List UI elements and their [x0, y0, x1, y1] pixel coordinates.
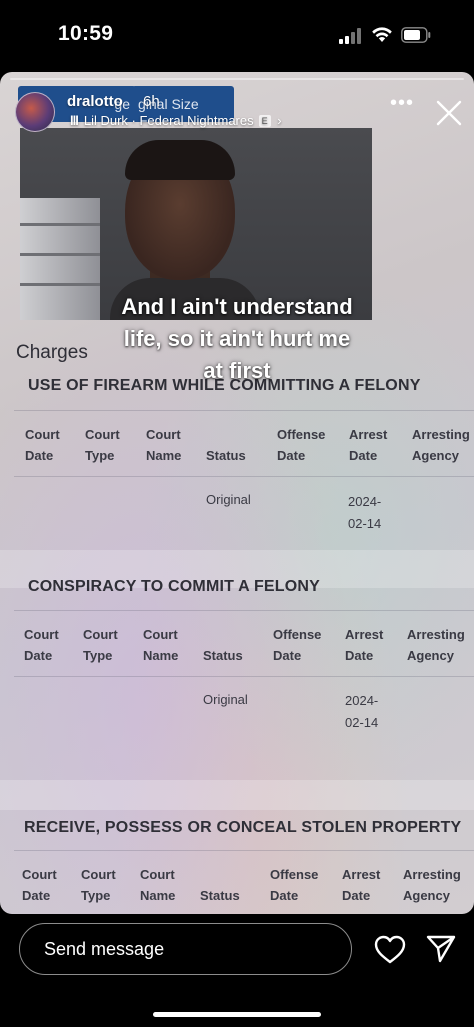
col-header-court-type: Court: [81, 867, 116, 882]
avatar[interactable]: [15, 92, 55, 132]
col-header-status: Status: [200, 888, 240, 903]
col-header-court-name: Name: [140, 888, 176, 903]
col-header-offense-date: Offense: [273, 627, 322, 642]
col-header-court-type: Type: [85, 448, 115, 463]
col-header-court-name: Court: [143, 627, 178, 642]
charge-title-2: CONSPIRACY TO COMMIT A FELONY: [28, 578, 321, 595]
col-header-status: Status: [206, 448, 246, 463]
col-header-court-date: Date: [22, 888, 51, 903]
col-header-court-date: Court: [25, 427, 60, 442]
arrest-date-2a: 2024-: [345, 693, 379, 708]
col-header-court-type: Type: [81, 888, 111, 903]
chevron-right-icon: ›: [277, 113, 282, 128]
col-header-arresting-agency: Arresting: [407, 627, 465, 642]
col-header-arresting-agency: Arresting: [412, 427, 470, 442]
music-track-text: Lil Durk · Federal Nightmares: [83, 113, 254, 128]
col-header-offense-date: Date: [277, 448, 306, 463]
arrest-date-2b: 02-14: [345, 715, 379, 730]
wifi-icon: [372, 27, 392, 42]
col-header-court-name: Court: [146, 427, 181, 442]
close-icon[interactable]: [436, 100, 462, 126]
heart-icon[interactable]: [374, 935, 406, 965]
col-header-court-type: Type: [83, 648, 113, 663]
story-time-ago: 6h: [143, 93, 160, 110]
col-header-arrest-date: Date: [345, 648, 374, 663]
col-header-offense-date: Date: [270, 888, 299, 903]
explicit-icon: E: [258, 115, 271, 127]
status-time: 10:59: [58, 22, 114, 45]
home-indicator: [153, 1012, 321, 1017]
col-header-court-date: Court: [22, 867, 57, 882]
instagram-story-screen: 10:59 ge ginal Size Charges USE OF FIREA…: [0, 0, 474, 1027]
col-header-status: Status: [203, 648, 243, 663]
col-header-offense-date: Offense: [270, 867, 319, 882]
status-bar: 10:59: [0, 0, 474, 70]
col-header-arresting-agency: Agency: [407, 648, 454, 663]
col-header-court-name: Name: [146, 448, 182, 463]
send-direct-icon[interactable]: [426, 934, 456, 964]
story-caption-line-2: life, so it ain't hurt me: [123, 326, 351, 351]
col-header-court-date: Date: [24, 648, 53, 663]
story-content[interactable]: ge ginal Size Charges USE OF FIREARM WHI…: [0, 72, 474, 914]
story-caption-line-3: at first: [203, 358, 271, 383]
status-value-2: Original: [203, 692, 248, 707]
col-header-arresting-agency: Agency: [403, 888, 450, 903]
arrest-date-1b: 02-14: [348, 516, 382, 531]
col-header-offense-date: Date: [273, 648, 302, 663]
cellular-signal-icon: [339, 28, 365, 44]
col-header-arrest-date: Date: [349, 448, 378, 463]
mugshot-photo: [20, 128, 372, 320]
battery-icon: [401, 27, 431, 43]
col-header-court-type: Court: [83, 627, 118, 642]
music-attribution[interactable]: lll Lil Durk · Federal Nightmares E ›: [70, 113, 282, 131]
status-value-1: Original: [206, 492, 251, 507]
story-username[interactable]: dralotto: [67, 93, 123, 110]
col-header-court-type: Court: [85, 427, 120, 442]
more-options-icon[interactable]: •••: [390, 93, 413, 113]
col-header-arresting-agency: Agency: [412, 448, 459, 463]
col-header-court-date: Court: [24, 627, 59, 642]
story-caption-line-1: And I ain't understand: [121, 294, 353, 319]
story-progress-bar: [10, 78, 464, 80]
col-header-arrest-date: Arrest: [345, 627, 384, 642]
col-header-arrest-date: Arrest: [349, 427, 388, 442]
col-header-arresting-agency: Arresting: [403, 867, 461, 882]
charge-title-3: RECEIVE, POSSESS OR CONCEAL STOLEN PROPE…: [24, 819, 462, 836]
col-header-arrest-date: Arrest: [342, 867, 381, 882]
col-header-court-date: Date: [25, 448, 54, 463]
col-header-arrest-date: Date: [342, 888, 371, 903]
arrest-date-1a: 2024-: [348, 494, 382, 509]
col-header-offense-date: Offense: [277, 427, 326, 442]
send-message-input[interactable]: [19, 923, 352, 975]
col-header-court-name: Court: [140, 867, 175, 882]
col-header-court-name: Name: [143, 648, 179, 663]
music-bars-icon: lll: [70, 113, 79, 128]
